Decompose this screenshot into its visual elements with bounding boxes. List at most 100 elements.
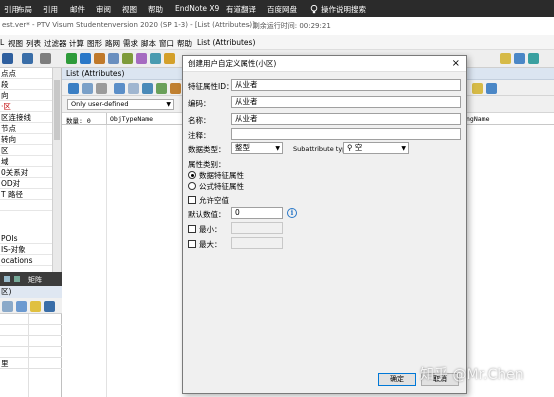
info-icon[interactable]: i	[287, 208, 297, 218]
menu-network[interactable]: 路网	[105, 38, 120, 49]
copy-icon[interactable]	[114, 83, 125, 94]
extra-tool-icon-3[interactable]	[528, 53, 539, 64]
folder-icon[interactable]	[30, 301, 41, 312]
tree-item-points[interactable]: 点点	[0, 68, 52, 79]
menu-list-attributes[interactable]: List (Attributes)	[197, 38, 255, 47]
ribbon-tab-view[interactable]: 视图	[122, 4, 137, 15]
menu-script[interactable]: 脚本	[141, 38, 156, 49]
min-checkbox[interactable]	[188, 225, 196, 233]
undo-icon[interactable]	[22, 53, 33, 64]
ribbon-tab-review[interactable]: 审阅	[96, 4, 111, 15]
radio-formula-attribute[interactable]	[188, 182, 196, 190]
ribbon-tab-baidu[interactable]: 百度网盘	[267, 4, 297, 15]
tree-item-zone[interactable]: ·区	[0, 101, 52, 112]
menu-window[interactable]: 窗口	[159, 38, 174, 49]
sort-icon[interactable]	[142, 83, 153, 94]
menu-help[interactable]: 帮助	[177, 38, 192, 49]
default-value-label: 默认数值：	[188, 210, 226, 219]
matrix-icon[interactable]	[164, 53, 175, 64]
save-small-icon[interactable]	[44, 301, 55, 312]
code-field[interactable]: 从业者	[231, 96, 461, 108]
max-label[interactable]: 最大：	[199, 239, 222, 250]
filter-icon[interactable]	[16, 301, 27, 312]
close-icon[interactable]: ×	[452, 58, 460, 70]
zoom-icon[interactable]	[108, 53, 119, 64]
extra-tool-icon-2[interactable]	[514, 53, 525, 64]
lower-left-row[interactable]	[0, 325, 62, 336]
default-value-field[interactable]: 0	[231, 207, 283, 219]
attribute-filter-select[interactable]: Only user-defined ▼	[67, 99, 174, 110]
tree-item-locations[interactable]: ocations	[0, 255, 52, 266]
add-column-icon[interactable]	[68, 83, 79, 94]
grid-icon[interactable]	[2, 301, 13, 312]
allow-empty-label[interactable]: 允许空值	[199, 195, 229, 206]
layer-icon[interactable]	[94, 53, 105, 64]
column-objtypename[interactable]: ObjTypeName	[110, 115, 153, 123]
tree-item-blank[interactable]	[0, 200, 52, 211]
column-right[interactable]: ngName	[466, 115, 489, 123]
menu-filter[interactable]: 过滤器	[44, 38, 67, 49]
ribbon-search[interactable]: 操作说明搜索	[310, 4, 366, 15]
max-field[interactable]	[231, 237, 283, 249]
tree-item-pois[interactable]: POIs	[0, 233, 52, 244]
ribbon-tab-help[interactable]: 帮助	[148, 4, 163, 15]
comment-field[interactable]	[231, 128, 461, 140]
tree-item-area[interactable]: 区	[0, 145, 52, 156]
tree-item-gis-objects[interactable]: IS-对象	[0, 244, 52, 255]
ribbon-tab-endnote[interactable]: EndNote X9	[175, 4, 219, 13]
tree-item-turns[interactable]: 转向	[0, 134, 52, 145]
menu-calc[interactable]: 计算	[69, 38, 84, 49]
paste-icon[interactable]	[128, 83, 139, 94]
lower-left-row[interactable]	[0, 336, 62, 347]
delete-column-icon[interactable]	[96, 83, 107, 94]
ribbon-tab-mail[interactable]: 邮件	[70, 4, 85, 15]
list-extra-icon-2[interactable]	[486, 83, 497, 94]
matrix-tab-label[interactable]: 矩阵	[28, 275, 42, 285]
edit-icon[interactable]	[122, 53, 133, 64]
datatype-select[interactable]: 整型 ▼	[231, 142, 283, 154]
allow-empty-checkbox[interactable]	[188, 196, 196, 204]
export-icon[interactable]	[156, 83, 167, 94]
redo-icon[interactable]	[40, 53, 51, 64]
lower-left-row[interactable]	[0, 314, 62, 325]
extra-tool-icon[interactable]	[500, 53, 511, 64]
max-checkbox[interactable]	[188, 240, 196, 248]
radio-data-attribute[interactable]	[188, 171, 196, 179]
radio-formula-attribute-label[interactable]: 公式特征属性	[199, 181, 244, 192]
menu-demand[interactable]: 需求	[123, 38, 138, 49]
attr-id-field[interactable]: 从业者	[231, 79, 461, 91]
min-field[interactable]	[231, 222, 283, 234]
menu-list[interactable]: 列表	[26, 38, 41, 49]
ribbon-tab-youdao[interactable]: 有道翻译	[226, 4, 256, 15]
name-field[interactable]: 从业者	[231, 113, 461, 125]
ribbon-tab-layout[interactable]: 布局	[17, 4, 32, 15]
min-label[interactable]: 最小：	[199, 224, 222, 235]
network-icon[interactable]	[80, 53, 91, 64]
ok-button[interactable]: 确定	[378, 373, 416, 386]
graphics-icon[interactable]	[136, 53, 147, 64]
tree-item-pt-paths[interactable]: T 路径	[0, 189, 52, 200]
tree-item-od-relations[interactable]: 0关系对	[0, 167, 52, 178]
tree-scrollbar-thumb[interactable]	[54, 80, 60, 140]
tree-item-nodes[interactable]: 节点	[0, 123, 52, 134]
edit-column-icon[interactable]	[82, 83, 93, 94]
tree-item-connectors[interactable]: 区连接线	[0, 112, 52, 123]
save-icon[interactable]	[2, 53, 13, 64]
chart-icon[interactable]	[170, 83, 181, 94]
tree-item-links[interactable]: 段	[0, 79, 52, 90]
table-icon[interactable]	[150, 53, 161, 64]
lower-left-row[interactable]: 里	[0, 358, 62, 369]
run-icon[interactable]	[66, 53, 77, 64]
list-extra-icon[interactable]	[472, 83, 483, 94]
menu-graphics[interactable]: 图形	[87, 38, 102, 49]
tree-item-od-pairs[interactable]: OD对	[0, 178, 52, 189]
menu-view[interactable]: 视图	[8, 38, 23, 49]
menu-file[interactable]: L	[0, 38, 4, 47]
tree-scrollbar[interactable]	[52, 68, 61, 272]
ribbon-tab-reference[interactable]: 引用	[43, 4, 58, 15]
radio-data-attribute-label[interactable]: 数据特征属性	[199, 170, 244, 181]
subtype-select[interactable]: ⚲ 空 ▼	[343, 142, 409, 154]
tree-item-direction[interactable]: 向	[0, 90, 52, 101]
lower-left-row[interactable]	[0, 347, 62, 358]
tree-item-region[interactable]: 域	[0, 156, 52, 167]
